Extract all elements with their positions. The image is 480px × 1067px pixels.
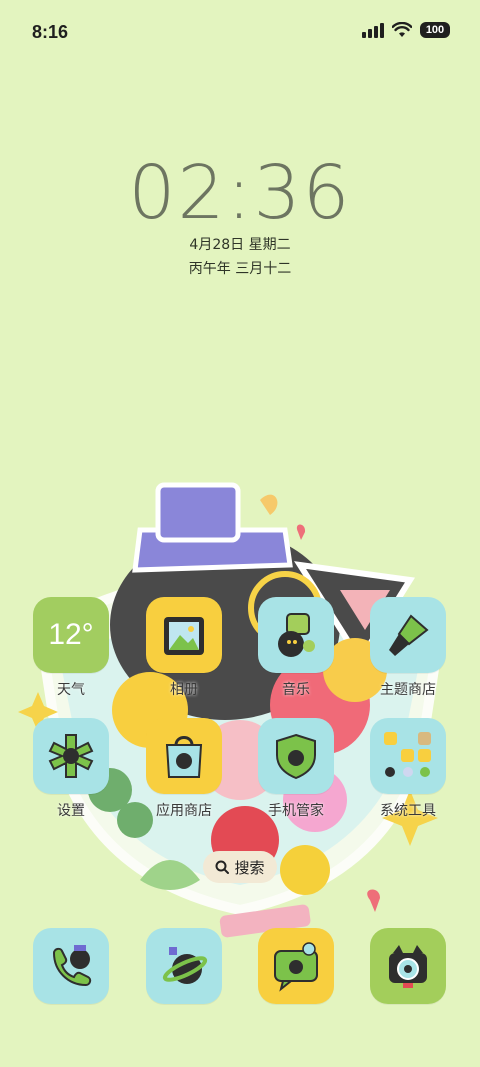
search-icon	[215, 860, 230, 874]
system-tools-folder-icon	[370, 718, 446, 794]
app-label: 天气	[57, 682, 85, 698]
search-button[interactable]: 搜索	[203, 851, 277, 883]
gallery-icon	[146, 597, 222, 673]
wifi-icon	[392, 22, 412, 37]
status-bar: 8:16 100	[0, 0, 480, 64]
battery-icon: 100	[420, 22, 450, 38]
dock-camera[interactable]	[360, 928, 456, 1004]
app-theme-store[interactable]: 主题商店	[360, 597, 456, 699]
date-text: 4月28日 星期二	[189, 237, 291, 253]
messages-icon	[258, 928, 334, 1004]
weather-temp: 12°	[48, 618, 94, 651]
music-icon	[258, 597, 334, 673]
dock-browser[interactable]	[136, 928, 232, 1004]
app-store-icon	[146, 718, 222, 794]
app-label: 相册	[170, 682, 198, 698]
lunar-date-text: 丙午年 三月十二	[188, 261, 292, 277]
app-system-tools-folder[interactable]: 系统工具	[360, 718, 456, 820]
dock-messages[interactable]	[248, 928, 344, 1004]
app-label: 系统工具	[380, 803, 436, 819]
settings-icon	[33, 718, 109, 794]
search-label: 搜索	[234, 858, 265, 877]
app-label: 主题商店	[380, 682, 436, 698]
theme-store-icon	[370, 597, 446, 673]
app-security[interactable]: 手机管家	[248, 718, 344, 820]
app-music[interactable]: 音乐	[248, 597, 344, 699]
dock-phone[interactable]	[23, 928, 119, 1004]
weather-icon: 12°	[33, 597, 109, 673]
app-label: 音乐	[282, 682, 310, 698]
app-weather[interactable]: 12° 天气	[23, 597, 119, 699]
app-settings[interactable]: 设置	[23, 718, 119, 820]
app-app-store[interactable]: 应用商店	[136, 718, 232, 820]
app-gallery[interactable]: 相册	[136, 597, 232, 699]
security-icon	[258, 718, 334, 794]
phone-icon	[33, 928, 109, 1004]
cellular-signal-icon	[362, 22, 384, 38]
status-time: 8:16	[32, 22, 69, 42]
lock-clock: 02:36	[128, 150, 352, 236]
app-label: 应用商店	[156, 803, 212, 819]
app-label: 手机管家	[268, 803, 324, 819]
browser-icon	[146, 928, 222, 1004]
camera-icon	[370, 928, 446, 1004]
app-label: 设置	[57, 803, 85, 819]
